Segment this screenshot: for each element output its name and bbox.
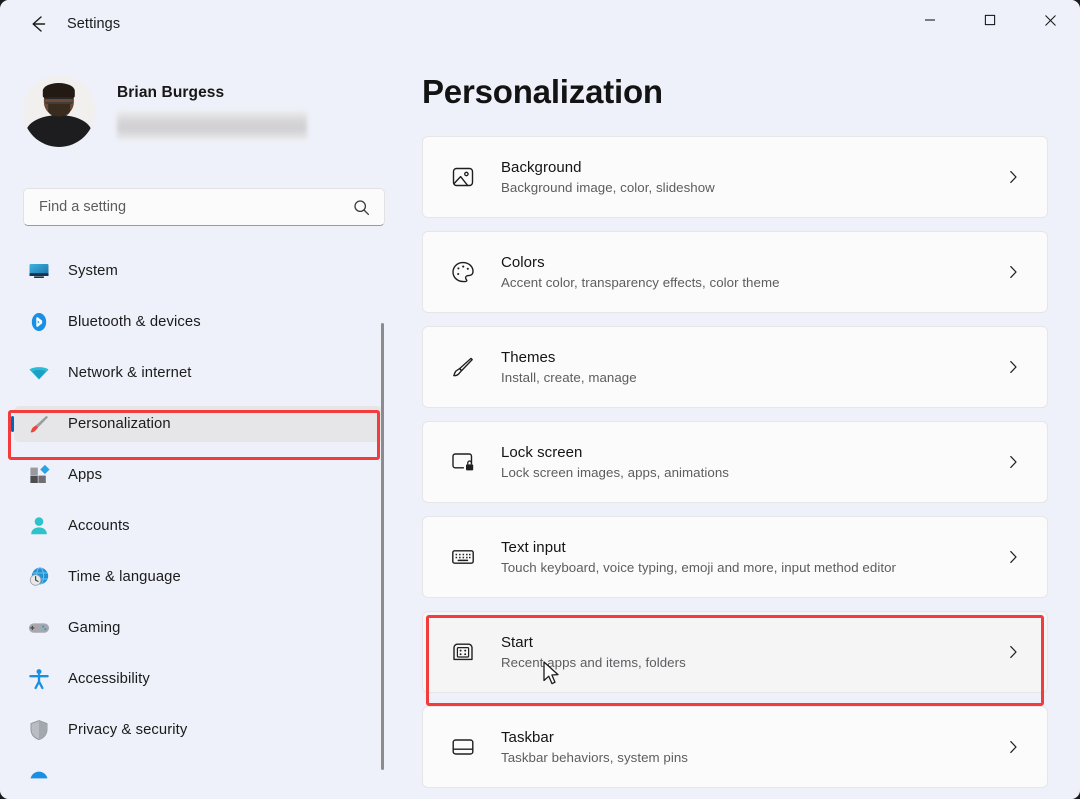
card-subtitle: Lock screen images, apps, animations: [501, 465, 1006, 480]
back-button[interactable]: [19, 8, 57, 40]
sidebar-item-label: Apps: [68, 467, 102, 483]
card-title: Text input: [501, 539, 1006, 556]
settings-card-colors[interactable]: Colors Accent color, transparency effect…: [422, 231, 1048, 313]
card-subtitle: Install, create, manage: [501, 370, 1006, 385]
sidebar-item-accounts[interactable]: Accounts: [14, 508, 382, 544]
card-title: Taskbar: [501, 729, 1006, 746]
card-title: Start: [501, 634, 1006, 651]
close-button[interactable]: [1020, 0, 1080, 40]
sidebar-item-label: Personalization: [68, 416, 171, 432]
card-subtitle: Recent apps and items, folders: [501, 655, 1006, 670]
settings-card-taskbar[interactable]: Taskbar Taskbar behaviors, system pins: [422, 706, 1048, 788]
clock-globe-icon: [26, 564, 52, 590]
palette-icon: [449, 258, 477, 286]
sidebar-item-time-language[interactable]: Time & language: [14, 559, 382, 595]
settings-card-start[interactable]: Start Recent apps and items, folders: [422, 611, 1048, 693]
page-title: Personalization: [422, 73, 663, 111]
maximize-button[interactable]: [960, 0, 1020, 40]
image-icon: [449, 163, 477, 191]
settings-card-themes[interactable]: Themes Install, create, manage: [422, 326, 1048, 408]
shield-icon: [26, 717, 52, 743]
sidebar-item-system[interactable]: System: [14, 253, 382, 289]
sidebar-item-label: Network & internet: [68, 365, 192, 381]
sidebar-item-personalization[interactable]: Personalization: [14, 406, 382, 442]
windows-update-icon: [26, 768, 52, 794]
sidebar-item-network-internet[interactable]: Network & internet: [14, 355, 382, 391]
sidebar-item-label: System: [68, 263, 118, 279]
app-title: Settings: [67, 16, 120, 32]
sidebar-item-label: Accessibility: [68, 671, 150, 687]
minimize-icon: [924, 14, 936, 26]
card-subtitle: Touch keyboard, voice typing, emoji and …: [501, 560, 1006, 575]
person-icon: [26, 513, 52, 539]
card-title: Colors: [501, 254, 1006, 271]
apps-icon: [26, 462, 52, 488]
sidebar-item-windows-update[interactable]: [14, 763, 382, 799]
avatar: [23, 75, 95, 147]
profile-name: Brian Burgess: [117, 84, 307, 102]
search-box[interactable]: [23, 188, 385, 226]
user-profile[interactable]: Brian Burgess: [23, 75, 307, 147]
card-subtitle: Background image, color, slideshow: [501, 180, 1006, 195]
selection-indicator: [11, 416, 14, 432]
keyboard-icon: [449, 543, 477, 571]
sidebar-item-label: Accounts: [68, 518, 130, 534]
chevron-right-icon: [1006, 360, 1020, 374]
sidebar-item-label: Privacy & security: [68, 722, 187, 738]
paintbrush-icon: [26, 411, 52, 437]
brush-icon: [449, 353, 477, 381]
chevron-right-icon: [1006, 645, 1020, 659]
title-bar: Settings: [0, 0, 1080, 48]
sidebar-nav: System Bluetooth & devices: [0, 253, 400, 799]
settings-window: Settings: [0, 0, 1080, 799]
sidebar-scrollbar[interactable]: [381, 323, 384, 770]
search-icon: [353, 199, 384, 216]
sidebar-item-label: Gaming: [68, 620, 120, 636]
wifi-icon: [26, 360, 52, 386]
chevron-right-icon: [1006, 550, 1020, 564]
close-icon: [1044, 14, 1057, 27]
back-arrow-icon: [27, 13, 49, 35]
profile-email-redacted: [117, 111, 307, 139]
accessibility-icon: [26, 666, 52, 692]
maximize-icon: [984, 14, 996, 26]
sidebar-item-label: Time & language: [68, 569, 181, 585]
sidebar-item-apps[interactable]: Apps: [14, 457, 382, 493]
sidebar-item-bluetooth-devices[interactable]: Bluetooth & devices: [14, 304, 382, 340]
chevron-right-icon: [1006, 265, 1020, 279]
sidebar-item-gaming[interactable]: Gaming: [14, 610, 382, 646]
lock-screen-icon: [449, 448, 477, 476]
chevron-right-icon: [1006, 170, 1020, 184]
card-title: Lock screen: [501, 444, 1006, 461]
card-subtitle: Accent color, transparency effects, colo…: [501, 275, 1006, 290]
card-title: Background: [501, 159, 1006, 176]
chevron-right-icon: [1006, 455, 1020, 469]
chevron-right-icon: [1006, 740, 1020, 754]
main-content: Personalization Background Background im…: [400, 48, 1080, 799]
sidebar-item-accessibility[interactable]: Accessibility: [14, 661, 382, 697]
sidebar-item-label: Bluetooth & devices: [68, 314, 201, 330]
window-controls: [900, 0, 1080, 40]
sidebar: Brian Burgess: [0, 48, 400, 799]
search-input[interactable]: [24, 199, 353, 215]
settings-card-background[interactable]: Background Background image, color, slid…: [422, 136, 1048, 218]
gamepad-icon: [26, 615, 52, 641]
minimize-button[interactable]: [900, 0, 960, 40]
monitor-icon: [26, 258, 52, 284]
taskbar-icon: [449, 733, 477, 761]
card-subtitle: Taskbar behaviors, system pins: [501, 750, 1006, 765]
start-grid-icon: [449, 638, 477, 666]
settings-card-lock-screen[interactable]: Lock screen Lock screen images, apps, an…: [422, 421, 1048, 503]
settings-card-text-input[interactable]: Text input Touch keyboard, voice typing,…: [422, 516, 1048, 598]
sidebar-item-privacy-security[interactable]: Privacy & security: [14, 712, 382, 748]
settings-card-list: Background Background image, color, slid…: [422, 136, 1048, 788]
bluetooth-icon: [26, 309, 52, 335]
card-title: Themes: [501, 349, 1006, 366]
